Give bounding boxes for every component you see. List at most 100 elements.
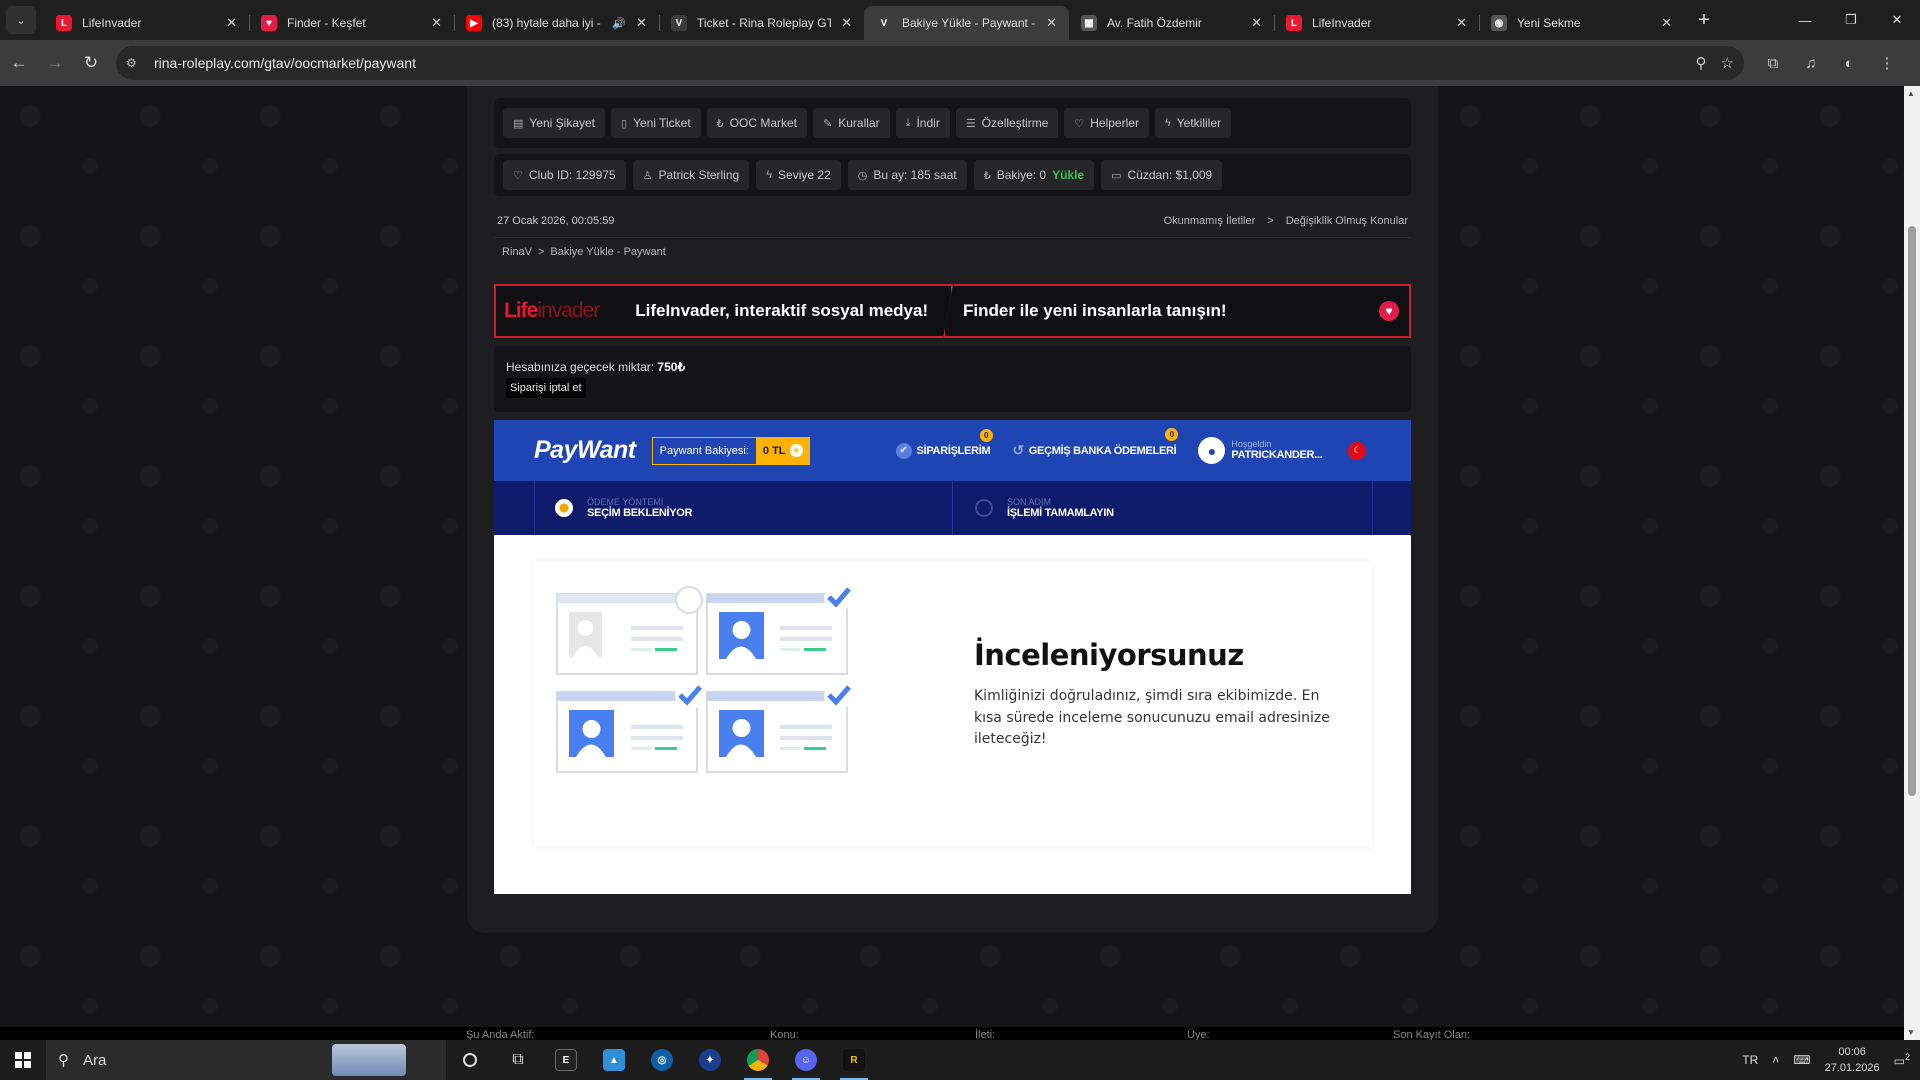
bank-history-link[interactable]: 0 ↺ GEÇMİŞ BANKA ÖDEMELERİ bbox=[1012, 428, 1179, 459]
current-datetime: 27 Ocak 2026, 00:05:59 bbox=[497, 214, 615, 227]
zoom-icon[interactable]: ⚲ bbox=[1696, 54, 1707, 72]
monthly-hours-text: Bu ay: 185 saat bbox=[873, 168, 957, 182]
turkey-flag-icon[interactable]: ☾ bbox=[1348, 441, 1367, 460]
chrome-icon[interactable] bbox=[734, 1040, 782, 1080]
search-highlight-image bbox=[332, 1044, 406, 1076]
add-balance-icon[interactable]: + bbox=[789, 444, 803, 457]
system-tray: TR ˄ ⌨ 00:06 27.01.2026 ▭2 bbox=[1742, 1044, 1920, 1076]
address-bar[interactable]: ⚙ rina-roleplay.com/gtav/oocmarket/paywa… bbox=[116, 46, 1744, 80]
discord-icon[interactable]: ☺ bbox=[782, 1040, 830, 1080]
close-tab-icon[interactable]: ✕ bbox=[1456, 15, 1467, 31]
close-tab-icon[interactable]: ✕ bbox=[431, 15, 442, 31]
taskbar-search[interactable]: ⚲ Ara bbox=[46, 1040, 446, 1080]
finder-banner[interactable]: Finder ile yeni insanlarla tanışın! ♥ bbox=[943, 284, 1411, 338]
browser-tab[interactable]: L LifeInvader ✕ bbox=[44, 6, 249, 40]
start-button[interactable] bbox=[0, 1040, 46, 1080]
extensions-icon[interactable]: ⧉ bbox=[1758, 48, 1788, 78]
close-tab-icon[interactable]: ✕ bbox=[1251, 15, 1262, 31]
paywant-balance-value-wrap: 0 TL + bbox=[756, 437, 809, 464]
window-controls: — ❐ ✕ bbox=[1782, 0, 1920, 40]
paywant-user[interactable]: ● Hoşgeldin PATRICKANDER... bbox=[1198, 437, 1323, 464]
epic-games-icon[interactable]: E bbox=[542, 1040, 590, 1080]
app-icon-blue[interactable]: ◎ bbox=[638, 1040, 686, 1080]
site-nav-button[interactable]: ✎ Kurallar bbox=[813, 108, 890, 138]
minimize-button[interactable]: — bbox=[1782, 0, 1828, 40]
site-nav-button[interactable]: ϟ Yetkililer bbox=[1154, 108, 1232, 138]
load-balance-link[interactable]: Yükle bbox=[1052, 168, 1084, 182]
photos-icon[interactable]: ▲ bbox=[590, 1040, 638, 1080]
url-text[interactable]: rina-roleplay.com/gtav/oocmarket/paywant bbox=[154, 55, 1682, 71]
close-tab-icon[interactable]: ✕ bbox=[1661, 15, 1672, 31]
browser-tab[interactable]: ▶ (83) hytale daha iyi - Y 🔊 ✕ bbox=[454, 6, 659, 40]
breadcrumb-home[interactable]: RinaV bbox=[502, 246, 532, 258]
unread-posts-link[interactable]: Okunmamış İletiler bbox=[1164, 215, 1256, 227]
back-button[interactable]: ← bbox=[2, 46, 36, 80]
changed-topics-link[interactable]: Değişiklik Olmuş Konular bbox=[1286, 215, 1408, 227]
close-tab-icon[interactable]: ✕ bbox=[1046, 15, 1057, 31]
browser-toolbar: ← → ↻ ⚙ rina-roleplay.com/gtav/oocmarket… bbox=[0, 40, 1920, 86]
site-info-icon[interactable]: ⚙ bbox=[126, 56, 148, 70]
cortana-icon[interactable] bbox=[446, 1040, 494, 1080]
browser-tab[interactable]: ▦ Av. Fatih Özdemir ✕ bbox=[1069, 6, 1274, 40]
tab-strip: ⌄ L LifeInvader ✕ ♥ Finder - Keşfet ✕ ▶ (83) hy… bbox=[0, 0, 1920, 40]
nav-icon: ✎ bbox=[823, 117, 833, 130]
page-scrollbar[interactable]: ▲ ▼ bbox=[1904, 86, 1920, 1040]
new-tab-button[interactable]: + bbox=[1690, 6, 1718, 34]
restore-button[interactable]: ❐ bbox=[1828, 0, 1874, 40]
profile-icon[interactable]: ◐ bbox=[1834, 48, 1864, 78]
close-window-button[interactable]: ✕ bbox=[1874, 0, 1920, 40]
keyboard-icon[interactable]: ⌨ bbox=[1793, 1053, 1810, 1067]
cancel-order-button[interactable]: Siparişi iptal et bbox=[506, 378, 586, 398]
scroll-up-arrow[interactable]: ▲ bbox=[1907, 89, 1915, 98]
character-name[interactable]: ♙ Patrick Sterling bbox=[632, 160, 750, 190]
scrollbar-thumb[interactable] bbox=[1908, 226, 1916, 796]
clock[interactable]: 00:06 27.01.2026 bbox=[1825, 1044, 1880, 1076]
site-nav-button[interactable]: ₺ OOC Market bbox=[706, 108, 808, 138]
browser-tab[interactable]: V Ticket - Rina Roleplay GTA ✕ bbox=[659, 6, 864, 40]
site-nav-button[interactable]: ⤓ İndir bbox=[895, 108, 950, 138]
rage-mp-icon[interactable]: R bbox=[830, 1040, 878, 1080]
reload-button[interactable]: ↻ bbox=[74, 46, 108, 80]
forward-button[interactable]: → bbox=[38, 46, 72, 80]
menu-icon[interactable]: ⋮ bbox=[1872, 48, 1902, 78]
close-tab-icon[interactable]: ✕ bbox=[841, 15, 852, 31]
media-control-icon[interactable]: ♫ bbox=[1796, 48, 1826, 78]
lifeinvader-banner[interactable]: Lifeinvader LifeInvader, interaktif sosy… bbox=[494, 284, 953, 338]
site-nav-button[interactable]: ▤ Yeni Şikayet bbox=[503, 108, 606, 138]
level: ϟ Seviye 22 bbox=[756, 160, 841, 190]
site-nav-button[interactable]: ▯ Yeni Ticket bbox=[611, 108, 701, 138]
browser-tab[interactable]: ♥ Finder - Keşfet ✕ bbox=[249, 6, 454, 40]
language-indicator[interactable]: TR bbox=[1742, 1053, 1758, 1067]
speaker-icon[interactable]: 🔊 bbox=[612, 17, 626, 30]
paywant-balance-value: 0 TL bbox=[762, 444, 786, 457]
bank-history-label: GEÇMİŞ BANKA ÖDEMELERİ bbox=[1028, 444, 1177, 457]
user-name: PATRICKANDER... bbox=[1231, 449, 1323, 461]
id-card-1 bbox=[556, 586, 703, 675]
breadcrumb-current[interactable]: Bakiye Yükle - Paywant bbox=[550, 246, 665, 258]
task-view-icon[interactable]: ⧉ bbox=[494, 1040, 542, 1080]
bookmark-star-icon[interactable]: ☆ bbox=[1721, 54, 1734, 72]
close-tab-icon[interactable]: ✕ bbox=[636, 15, 647, 31]
browser-tab[interactable]: V Bakiye Yükle - Paywant - R ✕ bbox=[864, 6, 1069, 40]
browser-tab[interactable]: L LifeInvader ✕ bbox=[1274, 6, 1479, 40]
tray-chevron-icon[interactable]: ˄ bbox=[1772, 1053, 1779, 1067]
site-nav-button[interactable]: ♡ Helperler bbox=[1064, 108, 1149, 138]
nav-label: Özelleştirme bbox=[981, 116, 1049, 130]
browser-tab[interactable]: ◉ Yeni Sekme ✕ bbox=[1479, 6, 1684, 40]
nav-icon: ϟ bbox=[1164, 117, 1171, 129]
paywant-logo[interactable]: PayWant bbox=[534, 436, 636, 465]
app-icon-navy[interactable]: ✦ bbox=[686, 1040, 734, 1080]
id-verification-illustration bbox=[556, 584, 852, 773]
notification-icon[interactable]: ▭2 bbox=[1894, 1052, 1910, 1068]
close-tab-icon[interactable]: ✕ bbox=[226, 15, 237, 31]
scroll-down-arrow[interactable]: ▼ bbox=[1907, 1028, 1915, 1037]
paywant-balance[interactable]: Paywant Bakiyesi: 0 TL + bbox=[651, 436, 810, 465]
my-orders-link[interactable]: 0 ✔ SİPARİŞLERİM bbox=[895, 428, 993, 459]
wallet: ▭ Cüzdan: $1,009 bbox=[1101, 160, 1223, 190]
order-amount-label: Hesabınıza geçecek miktar: bbox=[506, 360, 655, 374]
tab-search-button[interactable]: ⌄ bbox=[6, 6, 36, 34]
site-nav-button[interactable]: ☰ Özelleştirme bbox=[955, 108, 1059, 138]
balance: ₺ Bakiye: 0 Yükle bbox=[973, 160, 1095, 190]
history-icon: ↺ bbox=[1012, 442, 1024, 458]
tab-title: Av. Fatih Özdemir bbox=[1107, 16, 1202, 30]
